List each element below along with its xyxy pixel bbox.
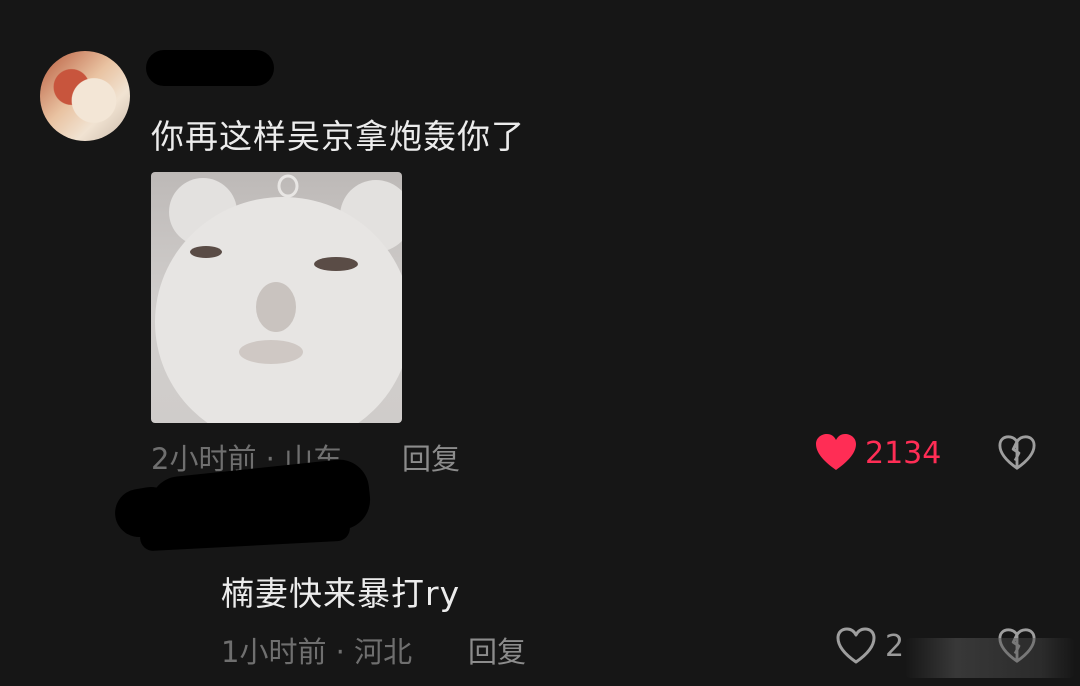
- watermark-overlay: [905, 638, 1075, 678]
- meta-separator: ·: [335, 635, 345, 669]
- heart-outline-icon: [836, 627, 876, 664]
- reply-button[interactable]: 回复: [402, 436, 460, 478]
- broken-heart-icon: [998, 435, 1036, 470]
- like-count: 2134: [865, 436, 942, 471]
- comment-text: 你再这样吴京拿炮轰你了: [151, 117, 525, 156]
- dislike-button[interactable]: [998, 434, 1036, 472]
- bear-face-sticker-icon: [155, 174, 402, 423]
- reply-comment-text: 楠妻快来暴打ry: [221, 574, 461, 613]
- reply-comment-time: 1小时前: [221, 635, 327, 669]
- username-redacted[interactable]: [146, 50, 274, 86]
- like-count: 2: [885, 629, 905, 664]
- reply-comment-meta: 1小时前 · 河北: [221, 629, 412, 671]
- reply-button[interactable]: 回复: [468, 629, 526, 671]
- reply-comment-location: 河北: [354, 635, 413, 669]
- like-button[interactable]: [816, 434, 856, 472]
- comment-sticker-image[interactable]: [151, 172, 402, 423]
- avatar[interactable]: [40, 51, 130, 141]
- like-button[interactable]: [836, 627, 876, 665]
- heart-filled-icon: [816, 434, 856, 470]
